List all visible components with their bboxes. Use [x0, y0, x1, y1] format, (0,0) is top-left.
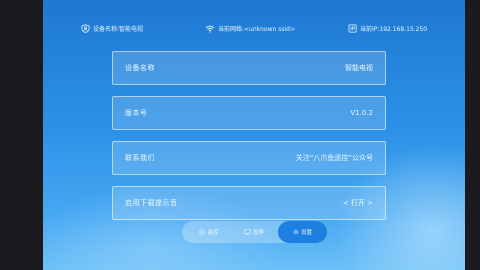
device-name-status: 设备名称:智能电视 [81, 24, 143, 33]
download-sound-toggle[interactable]: < 打开 > [343, 198, 373, 208]
setting-value: 智能电视 [345, 64, 373, 72]
network-text: 当前网络:<unknown ssid> [218, 26, 295, 33]
tab-remote[interactable]: 遥控 [188, 221, 230, 243]
setting-label: 设备名称 [125, 64, 155, 72]
tab-cast[interactable]: 投屏 [233, 221, 275, 243]
tv-screen: 设备名称:智能电视 当前网络:<unknown ssid> 当前IP:192.1… [43, 0, 465, 270]
setting-label: 启用下载提示音 [125, 199, 178, 207]
setting-row-contact[interactable]: 联系我们 关注“八爪鱼遥控”公众号 [112, 141, 386, 175]
setting-row-device-name[interactable]: 设备名称 智能电视 [112, 51, 386, 85]
remote-icon [199, 229, 206, 235]
gear-icon [293, 229, 299, 235]
ip-status: 当前IP:192.168.15.250 [348, 24, 427, 33]
setting-row-download-sound[interactable]: 启用下载提示音 < 打开 > [112, 186, 386, 220]
tab-settings[interactable]: 设置 [278, 221, 327, 243]
setting-label: 版本号 [125, 109, 148, 117]
ip-text: 当前IP:192.168.15.250 [360, 26, 428, 33]
setting-value: V1.0.2 [350, 109, 373, 117]
ip-icon [348, 24, 357, 33]
cast-icon [244, 229, 251, 235]
tab-label: 设置 [300, 230, 312, 236]
setting-label: 联系我们 [125, 154, 155, 162]
status-bar: 设备名称:智能电视 当前网络:<unknown ssid> 当前IP:192.1… [43, 0, 465, 38]
right-edge-bar [465, 0, 480, 270]
device-name-text: 设备名称:智能电视 [93, 26, 144, 33]
setting-value: 关注“八爪鱼遥控”公众号 [295, 154, 373, 162]
tab-label: 遥控 [207, 230, 219, 236]
shield-icon [81, 24, 90, 33]
setting-row-version[interactable]: 版本号 V1.0.2 [112, 96, 386, 130]
network-status: 当前网络:<unknown ssid> [205, 24, 295, 33]
tab-label: 投屏 [252, 230, 264, 236]
wifi-icon [205, 25, 215, 33]
bottom-nav: 遥控 投屏 设置 [182, 221, 327, 243]
